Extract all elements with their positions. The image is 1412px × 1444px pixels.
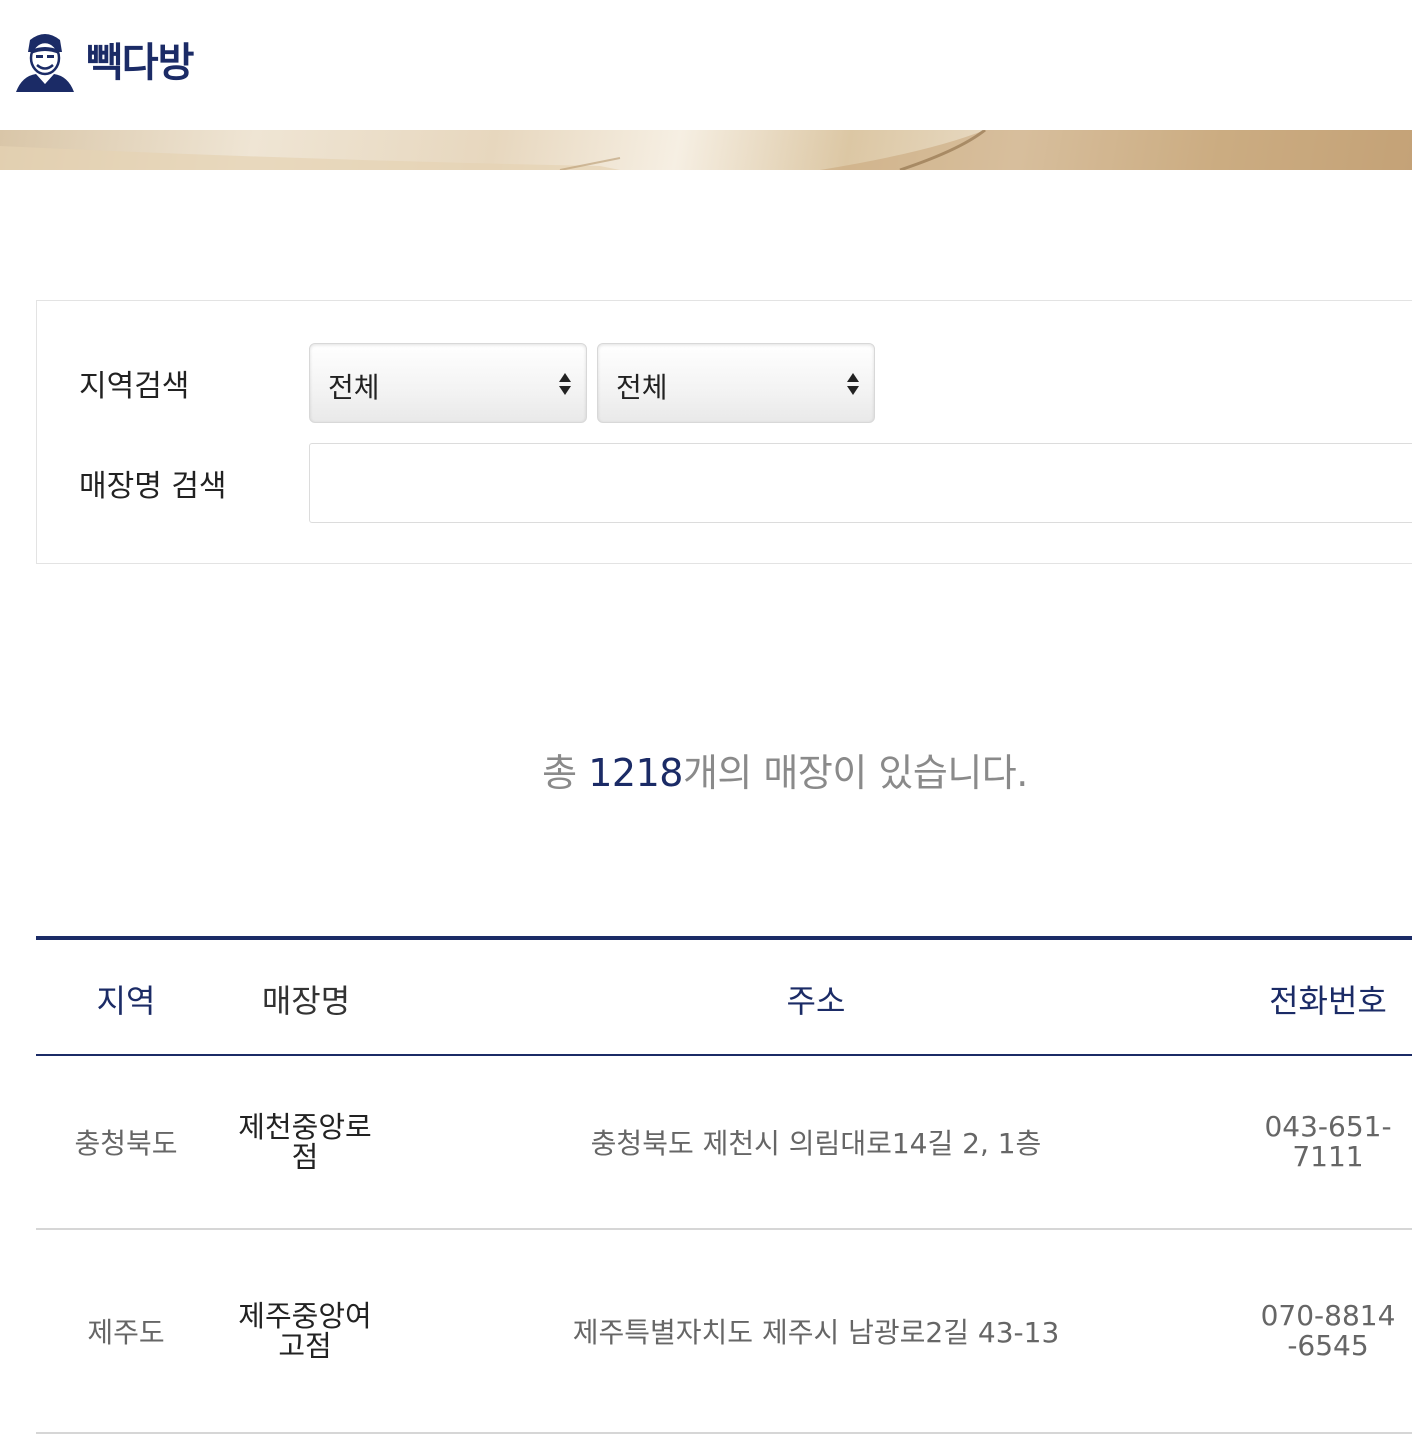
cell-region: 충청북도 [74,1127,178,1160]
region-select-city[interactable]: 전체 [597,343,875,423]
column-header-phone: 전화번호 [1269,982,1387,1020]
cell-region: 제주도 [87,1316,165,1349]
store-name-search-label: 매장명 검색 [79,469,227,504]
table-row[interactable]: 제주도 제주중앙여고점 제주특별자치도 제주시 남광로2길 43-13 070-… [36,1230,1412,1434]
hero-banner-image [0,130,1412,170]
region-select-province-value: 전체 [328,371,380,404]
region-select-province[interactable]: 전체 [309,343,587,423]
cell-address: 충청북도 제천시 의림대로14길 2, 1층 [590,1127,1042,1160]
region-search-label: 지역검색 [79,369,190,404]
cell-address: 제주특별자치도 제주시 남광로2길 43-13 [572,1316,1060,1349]
cell-phone: 070-8814-6545 [1260,1299,1396,1362]
store-name-search-input[interactable] [309,443,1412,523]
banner-texture [0,130,1412,170]
column-header-store-name: 매장명 [261,982,351,1020]
chef-face-logo-icon [16,34,74,92]
store-list-table: 지역 매장명 주소 전화번호 충청북도 제천중앙로점 충청북도 제천시 의림대로… [36,936,1412,1434]
store-count-prefix: 총 [542,751,589,795]
column-header-region: 지역 [96,982,156,1020]
cell-store-name[interactable]: 제천중앙로점 [226,1056,384,1228]
brand-name: 빽다방 [86,40,194,86]
select-updown-arrow-icon [847,373,859,395]
store-search-panel: 지역검색 전체 전체 매장명 검색 [36,300,1412,564]
cell-phone: 043-651-7111 [1264,1110,1392,1173]
brand-logo[interactable]: 빽다방 [14,26,194,92]
column-header-address: 주소 [786,982,846,1020]
site-header: 빽다방 [0,0,1412,130]
store-count-number: 1218 [588,751,683,795]
table-header-row: 지역 매장명 주소 전화번호 [36,936,1412,1056]
store-count-summary: 총 1218개의 매장이 있습니다. [0,742,1412,797]
cell-store-name[interactable]: 제주중앙여고점 [226,1230,384,1432]
region-select-city-value: 전체 [616,371,668,404]
store-count-suffix: 개의 매장이 있습니다. [682,751,1028,795]
select-updown-arrow-icon [559,373,571,395]
table-row[interactable]: 충청북도 제천중앙로점 충청북도 제천시 의림대로14길 2, 1층 043-6… [36,1056,1412,1230]
